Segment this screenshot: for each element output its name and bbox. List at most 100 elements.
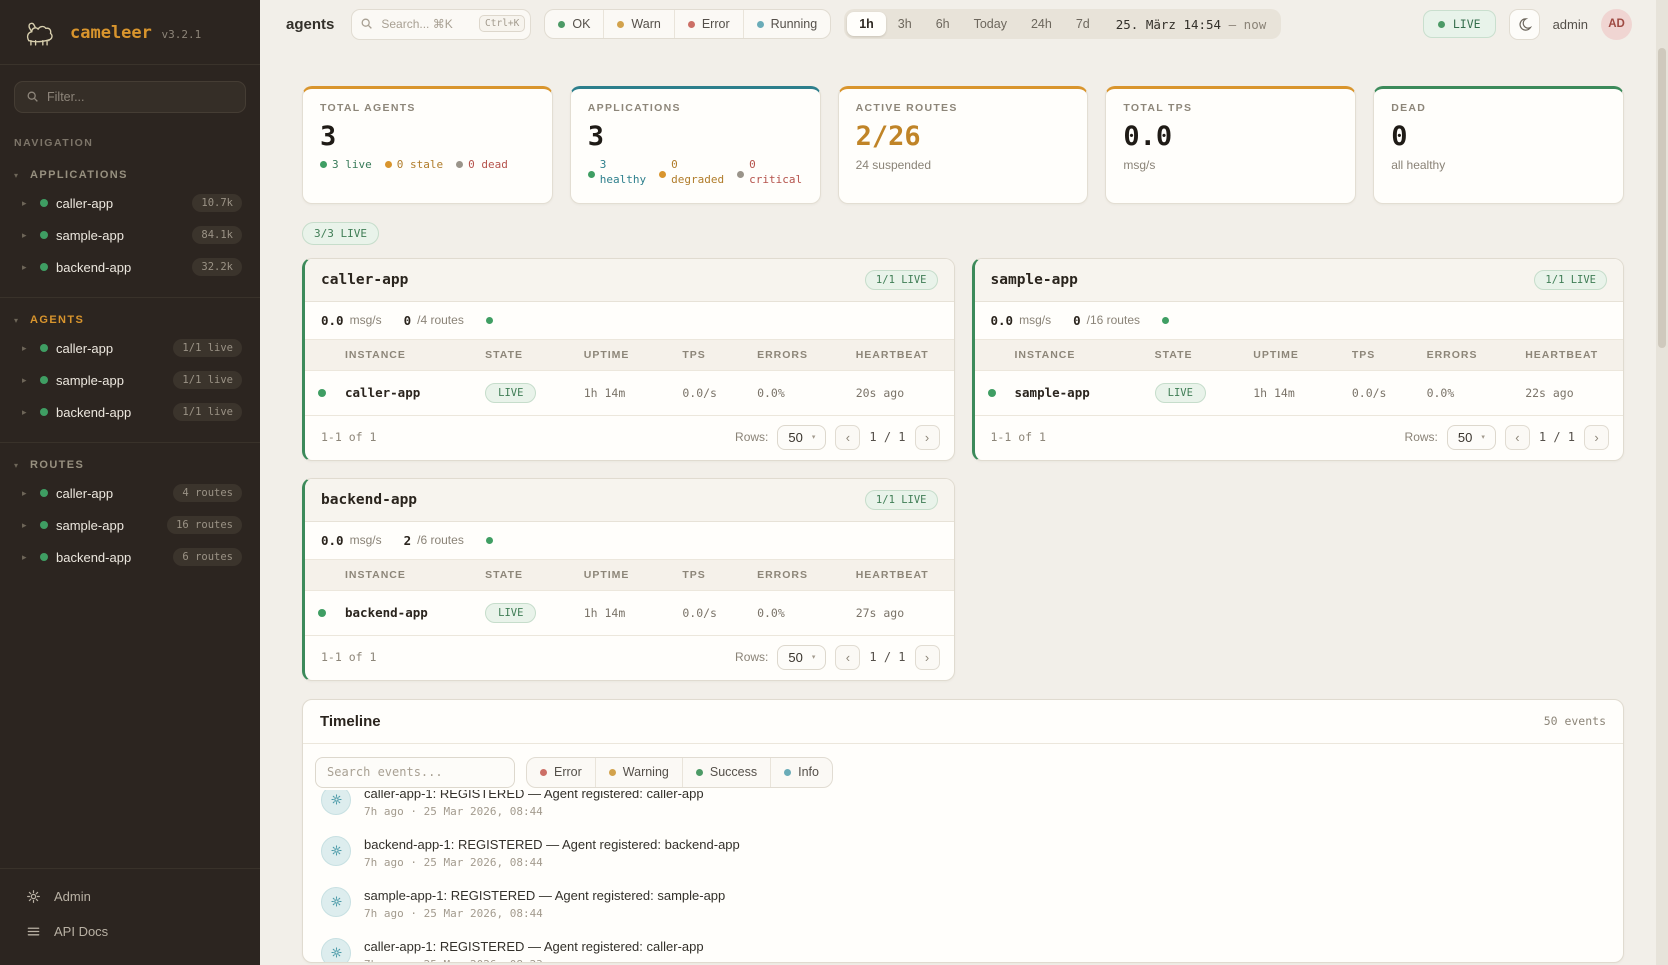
filter-info-button[interactable]: Info	[770, 758, 832, 787]
timeline-event[interactable]: sample-app-1: REGISTERED — Agent registe…	[315, 878, 1611, 929]
sidebar-item-agent-sample-app[interactable]: ▸ sample-app 1/1 live	[0, 364, 260, 396]
chevron-right-icon: ▸	[22, 343, 32, 354]
stat-breakdown: 3 live 0 stale 0 dead	[320, 158, 535, 171]
nav-section-label: NAVIGATION	[0, 123, 260, 153]
timeline-event[interactable]: caller-app-1: REGISTERED — Agent registe…	[315, 929, 1611, 962]
dark-mode-toggle[interactable]	[1509, 9, 1540, 40]
filter-warning-button[interactable]: Warning	[595, 758, 682, 787]
app-live-badge: 1/1 LIVE	[865, 490, 938, 510]
next-page-button[interactable]: ›	[915, 645, 940, 670]
table-footer: 1-1 of 1 Rows: 50 ▾ ‹ 1 / 1 ›	[305, 635, 954, 680]
sidebar-item-api-docs[interactable]: API Docs	[0, 914, 260, 949]
filter-running-button[interactable]: Running	[743, 10, 831, 38]
app-card-header[interactable]: caller-app 1/1 LIVE	[305, 259, 954, 302]
chevron-right-icon: ▸	[22, 375, 32, 386]
sidebar-item-routes-backend-app[interactable]: ▸ backend-app 6 routes	[0, 541, 260, 573]
sidebar-item-backend-app[interactable]: ▸ backend-app 32.2k	[0, 251, 260, 283]
rows-per-page-select[interactable]: 50 ▾	[777, 645, 826, 670]
user-name: admin	[1553, 17, 1588, 32]
chevron-right-icon: ▸	[22, 230, 32, 241]
prev-page-button[interactable]: ‹	[835, 425, 860, 450]
warn-dot	[617, 21, 624, 28]
table-row[interactable]: sample-app LIVE 1h 14m 0.0/s 0.0% 22s ag…	[975, 371, 1624, 415]
app-cards-grid: caller-app 1/1 LIVE 0.0 msg/s 0 /4 route…	[302, 258, 1624, 681]
count-badge: 10.7k	[192, 194, 242, 212]
stats-row: TOTAL AGENTS 3 3 live 0 stale 0 dead APP…	[302, 86, 1624, 204]
time-range-7d[interactable]: 7d	[1064, 12, 1102, 36]
sidebar-filter	[0, 65, 260, 119]
global-search: Ctrl+K	[351, 9, 531, 40]
filter-error-button[interactable]: Error	[527, 758, 595, 787]
app-card-title: sample-app	[991, 272, 1078, 288]
status-dot	[318, 389, 326, 397]
filter-warn-button[interactable]: Warn	[603, 10, 673, 38]
avatar[interactable]: AD	[1601, 9, 1632, 40]
scrollbar-thumb[interactable]	[1658, 48, 1666, 348]
time-range-6h[interactable]: 6h	[924, 12, 962, 36]
timeline-controls: Error Warning Success Info	[303, 744, 1623, 790]
filter-error-button[interactable]: Error	[674, 10, 743, 38]
stat-value: 3	[588, 121, 803, 152]
main-area: agents Ctrl+K OK Warn E	[260, 0, 1668, 965]
filter-success-button[interactable]: Success	[682, 758, 770, 787]
time-range-3h[interactable]: 3h	[886, 12, 924, 36]
shortcut-kbd: Ctrl+K	[479, 15, 525, 32]
status-dot	[318, 609, 326, 617]
sidebar-nav: NAVIGATION ▾ APPLICATIONS ▸ caller-app 1…	[0, 119, 260, 868]
chevron-down-icon: ▾	[812, 433, 816, 441]
time-range-1h[interactable]: 1h	[847, 12, 886, 36]
next-page-button[interactable]: ›	[1584, 425, 1609, 450]
sidebar-item-agent-caller-app[interactable]: ▸ caller-app 1/1 live	[0, 332, 260, 364]
timeline-search-input[interactable]	[315, 757, 515, 788]
stat-card-applications: APPLICATIONS 3 3healthy 0degraded 0criti…	[570, 86, 821, 204]
sidebar-filter-input[interactable]	[14, 81, 246, 113]
rows-per-page-select[interactable]: 50 ▾	[777, 425, 826, 450]
timeline-event[interactable]: caller-app-1: REGISTERED — Agent registe…	[315, 790, 1611, 827]
table-footer: 1-1 of 1 Rows: 50 ▾ ‹ 1 / 1 ›	[305, 415, 954, 460]
app-card-header[interactable]: backend-app 1/1 LIVE	[305, 479, 954, 522]
filter-ok-button[interactable]: OK	[545, 10, 603, 38]
chevron-right-icon: ▸	[22, 552, 32, 563]
chevron-down-icon: ▾	[14, 316, 18, 325]
prev-page-button[interactable]: ‹	[835, 645, 860, 670]
timeline-event[interactable]: backend-app-1: REGISTERED — Agent regist…	[315, 827, 1611, 878]
live-toggle[interactable]: LIVE	[1423, 10, 1496, 38]
status-dot	[40, 199, 48, 207]
dead-dot	[456, 161, 463, 168]
status-dot	[40, 521, 48, 529]
sidebar-item-caller-app[interactable]: ▸ caller-app 10.7k	[0, 187, 260, 219]
group-header-agents[interactable]: ▾ AGENTS	[0, 304, 260, 332]
date-range[interactable]: 25. März 14:54 — now	[1116, 17, 1267, 32]
sidebar-item-admin[interactable]: Admin	[0, 879, 260, 914]
next-page-button[interactable]: ›	[915, 425, 940, 450]
list-icon	[26, 924, 41, 939]
event-gear-icon	[321, 836, 351, 866]
prev-page-button[interactable]: ‹	[1505, 425, 1530, 450]
group-header-applications[interactable]: ▾ APPLICATIONS	[0, 159, 260, 187]
range-label: 1-1 of 1	[321, 430, 376, 444]
stale-dot	[385, 161, 392, 168]
status-dot	[40, 231, 48, 239]
status-dot	[40, 408, 48, 416]
app-stats-line: 0.0 msg/s 0 /16 routes	[975, 302, 1624, 339]
time-range-today[interactable]: Today	[962, 12, 1019, 36]
scrollbar[interactable]	[1656, 0, 1668, 965]
stat-note: all healthy	[1391, 158, 1606, 172]
time-range-24h[interactable]: 24h	[1019, 12, 1064, 36]
sidebar-item-agent-backend-app[interactable]: ▸ backend-app 1/1 live	[0, 396, 260, 428]
rows-per-page-select[interactable]: 50 ▾	[1447, 425, 1496, 450]
table-row[interactable]: caller-app LIVE 1h 14m 0.0/s 0.0% 20s ag…	[305, 371, 954, 415]
stat-card-dead: DEAD 0 all healthy	[1373, 86, 1624, 204]
sidebar-item-routes-sample-app[interactable]: ▸ sample-app 16 routes	[0, 509, 260, 541]
sidebar-item-sample-app[interactable]: ▸ sample-app 84.1k	[0, 219, 260, 251]
degraded-dot	[659, 171, 666, 178]
app-card-header[interactable]: sample-app 1/1 LIVE	[975, 259, 1624, 302]
chevron-down-icon: ▾	[14, 171, 18, 180]
health-dot	[1162, 317, 1169, 324]
stat-breakdown: 3healthy 0degraded 0critical	[588, 158, 803, 188]
table-row[interactable]: backend-app LIVE 1h 14m 0.0/s 0.0% 27s a…	[305, 591, 954, 635]
group-header-routes[interactable]: ▾ ROUTES	[0, 449, 260, 477]
sidebar-item-routes-caller-app[interactable]: ▸ caller-app 4 routes	[0, 477, 260, 509]
table-header: INSTANCE STATE UPTIME TPS ERRORS HEARTBE…	[305, 339, 954, 371]
event-gear-icon	[321, 790, 351, 815]
